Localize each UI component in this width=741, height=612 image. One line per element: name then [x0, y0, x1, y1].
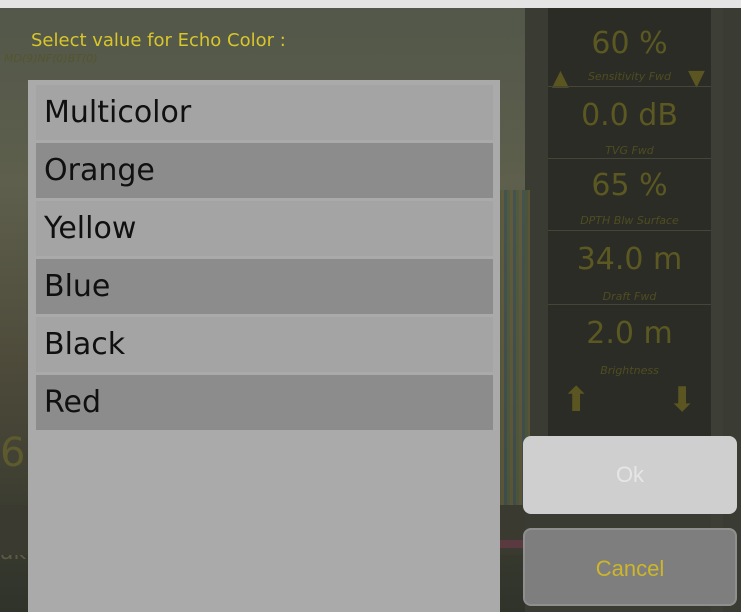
brightness-up-icon: ⬆ [562, 380, 591, 420]
sensitivity-label: Sensitivity Fwd [587, 70, 672, 83]
background-code: MD(9)NF(0)BT(0) [4, 52, 98, 65]
echo-color-list: Multicolor Orange Yellow Blue Black Red [28, 80, 500, 612]
dpth-label: DPTH Blw Surface [580, 214, 679, 227]
tvg-label: TVG Fwd [605, 144, 654, 157]
draft-value: 2.0 m [586, 316, 673, 351]
depth-value: 34.0 m [576, 242, 683, 277]
option-multicolor[interactable]: Multicolor [36, 85, 493, 140]
ok-button[interactable]: Ok [523, 436, 737, 514]
side-divider [548, 158, 711, 159]
side-divider [548, 230, 711, 231]
draft-label: Draft Fwd [602, 290, 657, 303]
option-blue[interactable]: Blue [36, 259, 493, 314]
option-yellow[interactable]: Yellow [36, 201, 493, 256]
option-black[interactable]: Black [36, 317, 493, 372]
cancel-button[interactable]: Cancel [523, 528, 737, 606]
option-red[interactable]: Red [36, 375, 493, 430]
brightness-label: Brightness [600, 364, 659, 377]
side-rail [711, 8, 723, 612]
option-orange[interactable]: Orange [36, 143, 493, 198]
side-divider [548, 304, 711, 305]
dialog-title: Select value for Echo Color : [31, 30, 286, 51]
dpth-value: 65 % [591, 168, 668, 203]
top-strip [0, 0, 741, 8]
sensitivity-value: 60 % [591, 26, 668, 61]
side-settings-panel: 60 % ▲ ▼ Sensitivity Fwd 0.0 dB TVG Fwd … [548, 8, 711, 438]
tvg-value: 0.0 dB [581, 98, 678, 133]
brightness-down-icon: ⬇ [668, 380, 697, 420]
side-divider [548, 86, 711, 87]
